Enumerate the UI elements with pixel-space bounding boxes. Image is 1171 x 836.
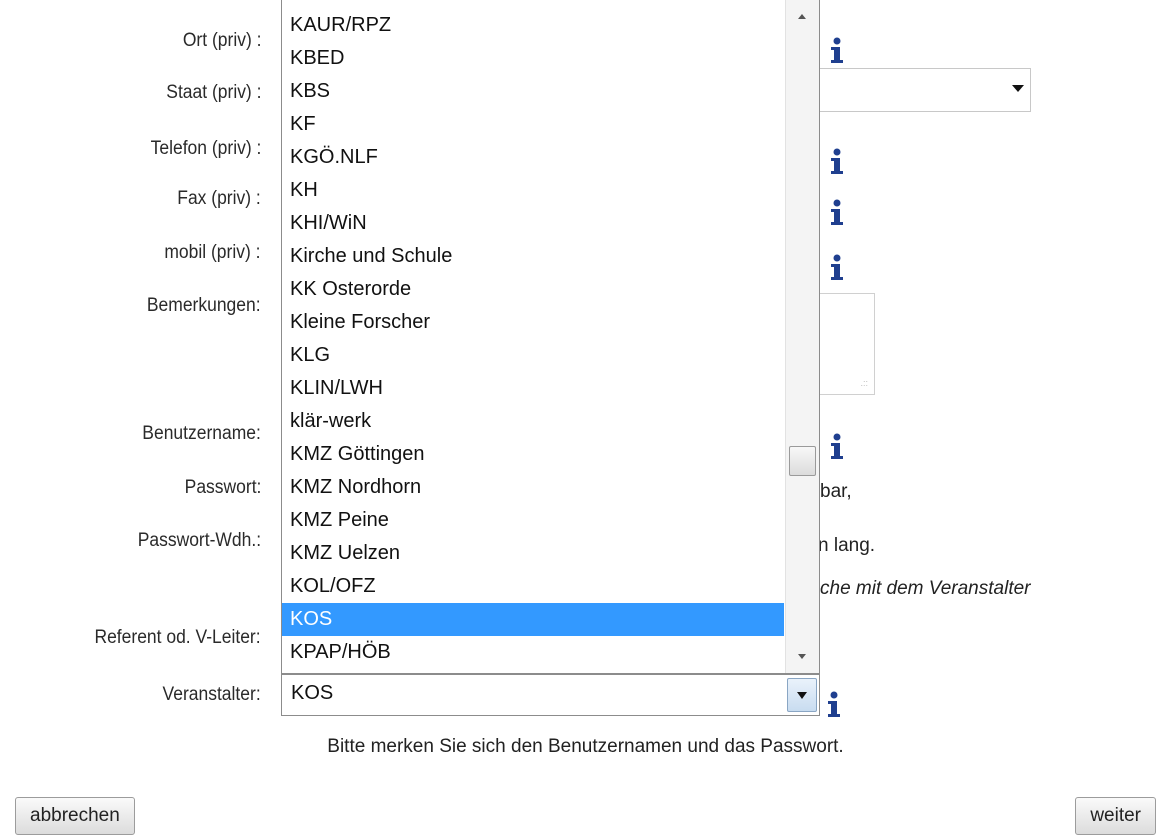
dropdown-option[interactable]: KMZ Uelzen bbox=[282, 537, 784, 570]
passwort-wdh-hint: n lang. bbox=[818, 535, 876, 556]
label-passwort: Passwort: bbox=[184, 477, 261, 498]
dropdown-option[interactable]: KGÖ.NLF bbox=[282, 141, 784, 174]
veranstalter-dropdown-list[interactable]: KAUR/RPZ KBED KBS KF KGÖ.NLF KH KHI/WiN Kirche … bbox=[281, 0, 820, 674]
scroll-up-button[interactable] bbox=[786, 0, 819, 30]
chevron-down-icon bbox=[797, 692, 807, 699]
bemerkungen-textarea[interactable]: .:: bbox=[818, 293, 875, 395]
cancel-button[interactable]: abbrechen bbox=[15, 797, 135, 835]
label-passwort-wdh: Passwort-Wdh.: bbox=[137, 530, 261, 551]
dropdown-option[interactable]: Kleine Forscher bbox=[282, 306, 784, 339]
veranstalter-selected-value: KOS bbox=[291, 682, 334, 704]
dropdown-option[interactable]: KOL/OFZ bbox=[282, 570, 784, 603]
info-icon[interactable] bbox=[826, 253, 848, 281]
dropdown-items: KAUR/RPZ KBED KBS KF KGÖ.NLF KH KHI/WiN Kirche … bbox=[282, 9, 784, 669]
label-mobil: mobil (priv) : bbox=[164, 242, 261, 263]
dropdown-option[interactable]: KHI/WiN bbox=[282, 207, 784, 240]
dropdown-option[interactable]: KBED bbox=[282, 42, 784, 75]
arrow-up-icon bbox=[798, 14, 806, 19]
chevron-down-icon bbox=[1012, 85, 1024, 92]
dropdown-option[interactable]: KLIN/LWH bbox=[282, 372, 784, 405]
dropdown-option[interactable]: KMZ Peine bbox=[282, 504, 784, 537]
dropdown-option[interactable]: Kirche und Schule bbox=[282, 240, 784, 273]
scroll-down-button[interactable] bbox=[786, 643, 819, 673]
passwort-hint: bar, bbox=[820, 481, 852, 502]
info-icon[interactable] bbox=[826, 432, 848, 460]
label-benutzername: Benutzername: bbox=[142, 423, 261, 444]
veranstalter-select[interactable]: KOS bbox=[281, 674, 820, 716]
dropdown-option[interactable]: KAUR/RPZ bbox=[282, 9, 784, 42]
dropdown-option[interactable]: KMZ Nordhorn bbox=[282, 471, 784, 504]
label-veranstalter: Veranstalter: bbox=[162, 684, 261, 705]
label-ort: Ort (priv) : bbox=[182, 30, 261, 51]
info-icon[interactable] bbox=[823, 690, 845, 718]
dropdown-option[interactable]: KH bbox=[282, 174, 784, 207]
label-bemerkungen: Bemerkungen: bbox=[147, 295, 261, 316]
info-icon[interactable] bbox=[826, 36, 848, 64]
dropdown-option[interactable]: KLG bbox=[282, 339, 784, 372]
resize-grip-icon[interactable]: .:: bbox=[860, 378, 868, 388]
referent-hint: che mit dem Veranstalter bbox=[820, 578, 1031, 599]
dropdown-toggle-button[interactable] bbox=[787, 678, 817, 712]
dropdown-option[interactable]: KOS bbox=[282, 603, 784, 636]
label-referent: Referent od. V-Leiter: bbox=[94, 627, 261, 648]
label-telefon: Telefon (priv) : bbox=[150, 138, 261, 159]
arrow-down-icon bbox=[798, 654, 806, 659]
next-button[interactable]: weiter bbox=[1075, 797, 1156, 835]
staat-select[interactable] bbox=[818, 68, 1031, 112]
scroll-thumb[interactable] bbox=[789, 446, 816, 476]
dropdown-option[interactable]: KF bbox=[282, 108, 784, 141]
dropdown-option[interactable]: KBS bbox=[282, 75, 784, 108]
dropdown-option[interactable]: KPAP/HÖB bbox=[282, 636, 784, 669]
label-staat: Staat (priv) : bbox=[165, 82, 261, 103]
label-fax: Fax (priv) : bbox=[177, 188, 261, 209]
dropdown-option[interactable]: KMZ Göttingen bbox=[282, 438, 784, 471]
dropdown-option[interactable]: KK Osterorde bbox=[282, 273, 784, 306]
dropdown-scrollbar[interactable] bbox=[785, 0, 819, 673]
info-icon[interactable] bbox=[826, 198, 848, 226]
info-icon[interactable] bbox=[826, 147, 848, 175]
dropdown-option[interactable]: klär-werk bbox=[282, 405, 784, 438]
info-note: Bitte merken Sie sich den Benutzernamen … bbox=[327, 736, 844, 757]
